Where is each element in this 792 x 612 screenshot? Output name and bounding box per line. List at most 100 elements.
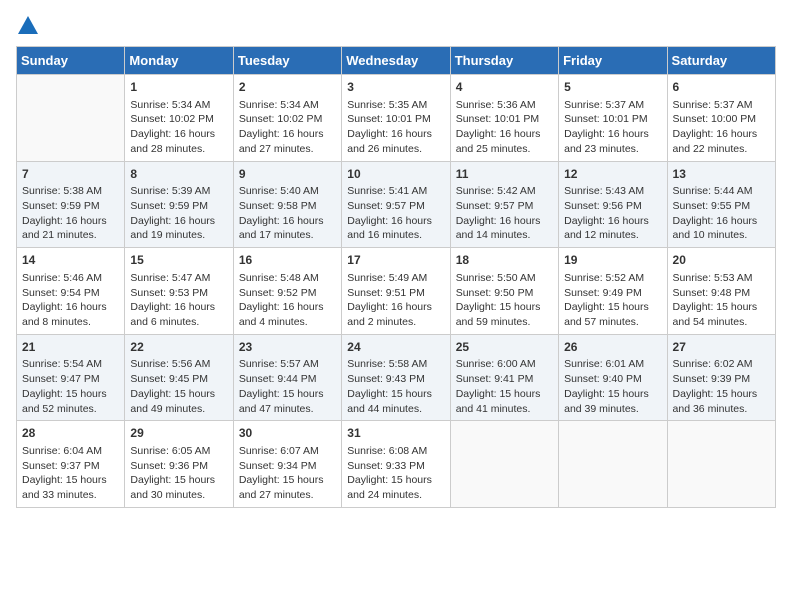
calendar-cell	[450, 421, 558, 508]
day-number: 3	[347, 79, 444, 96]
day-number: 1	[130, 79, 227, 96]
day-info: Sunrise: 5:35 AMSunset: 10:01 PMDaylight…	[347, 98, 444, 157]
calendar-cell: 16 Sunrise: 5:48 AMSunset: 9:52 PMDayligh…	[233, 248, 341, 335]
calendar-cell: 23Sunrise: 5:57 AMSunset: 9:44 PMDayligh…	[233, 334, 341, 421]
calendar-day-header: Monday	[125, 47, 233, 75]
calendar-cell: 4 Sunrise: 5:36 AMSunset: 10:01 PMDayligh…	[450, 75, 558, 162]
day-info: Sunrise: 5:47 AMSunset: 9:53 PMDaylight:…	[130, 271, 227, 330]
day-info: Sunrise: 6:02 AMSunset: 9:39 PMDaylight:…	[673, 357, 770, 416]
calendar-week-row: 1 Sunrise: 5:34 AMSunset: 10:02 PMDayligh…	[17, 75, 776, 162]
logo	[16, 16, 38, 36]
calendar-cell: 27Sunrise: 6:02 AMSunset: 9:39 PMDayligh…	[667, 334, 775, 421]
calendar-cell: 10Sunrise: 5:41 AMSunset: 9:57 PMDayligh…	[342, 161, 450, 248]
day-number: 11	[456, 166, 553, 183]
day-info: Sunrise: 5:53 AMSunset: 9:48 PMDaylight:…	[673, 271, 770, 330]
day-number: 22	[130, 339, 227, 356]
calendar-cell: 11Sunrise: 5:42 AMSunset: 9:57 PMDayligh…	[450, 161, 558, 248]
calendar-day-header: Tuesday	[233, 47, 341, 75]
day-info: Sunrise: 5:57 AMSunset: 9:44 PMDaylight:…	[239, 357, 336, 416]
day-info: Sunrise: 6:00 AMSunset: 9:41 PMDaylight:…	[456, 357, 553, 416]
calendar-day-header: Wednesday	[342, 47, 450, 75]
calendar-cell: 28 Sunrise: 6:04 AMSunset: 9:37 PMDayligh…	[17, 421, 125, 508]
calendar-cell: 5Sunrise: 5:37 AMSunset: 10:01 PMDayligh…	[559, 75, 667, 162]
day-info: Sunrise: 5:50 AMSunset: 9:50 PMDaylight:…	[456, 271, 553, 330]
day-number: 20	[673, 252, 770, 269]
day-info: Sunrise: 5:52 AMSunset: 9:49 PMDaylight:…	[564, 271, 661, 330]
page-header	[16, 16, 776, 36]
calendar-cell: 31 Sunrise: 6:08 AMSunset: 9:33 PMDayligh…	[342, 421, 450, 508]
day-number: 21	[22, 339, 119, 356]
day-number: 19	[564, 252, 661, 269]
day-info: Sunrise: 5:41 AMSunset: 9:57 PMDaylight:…	[347, 184, 444, 243]
day-number: 2	[239, 79, 336, 96]
calendar-cell	[17, 75, 125, 162]
day-info: Sunrise: 5:39 AMSunset: 9:59 PMDaylight:…	[130, 184, 227, 243]
day-info: Sunrise: 5:58 AMSunset: 9:43 PMDaylight:…	[347, 357, 444, 416]
day-info: Sunrise: 6:01 AMSunset: 9:40 PMDaylight:…	[564, 357, 661, 416]
calendar-week-row: 7Sunrise: 5:38 AMSunset: 9:59 PMDaylight…	[17, 161, 776, 248]
calendar-day-header: Thursday	[450, 47, 558, 75]
day-number: 5	[564, 79, 661, 96]
calendar-cell: 14Sunrise: 5:46 AMSunset: 9:54 PMDayligh…	[17, 248, 125, 335]
day-number: 16	[239, 252, 336, 269]
calendar-cell: 12Sunrise: 5:43 AMSunset: 9:56 PMDayligh…	[559, 161, 667, 248]
calendar-week-row: 14Sunrise: 5:46 AMSunset: 9:54 PMDayligh…	[17, 248, 776, 335]
calendar-cell: 18 Sunrise: 5:50 AMSunset: 9:50 PMDayligh…	[450, 248, 558, 335]
day-number: 12	[564, 166, 661, 183]
day-info: Sunrise: 5:49 AMSunset: 9:51 PMDaylight:…	[347, 271, 444, 330]
day-info: Sunrise: 5:48 AMSunset: 9:52 PMDaylight:…	[239, 271, 336, 330]
day-number: 29	[130, 425, 227, 442]
calendar-cell: 7Sunrise: 5:38 AMSunset: 9:59 PMDaylight…	[17, 161, 125, 248]
calendar-week-row: 28 Sunrise: 6:04 AMSunset: 9:37 PMDayligh…	[17, 421, 776, 508]
calendar-cell: 21Sunrise: 5:54 AMSunset: 9:47 PMDayligh…	[17, 334, 125, 421]
calendar-day-header: Friday	[559, 47, 667, 75]
day-info: Sunrise: 5:37 AMSunset: 10:00 PMDaylight…	[673, 98, 770, 157]
calendar-cell: 3 Sunrise: 5:35 AMSunset: 10:01 PMDayligh…	[342, 75, 450, 162]
day-number: 8	[130, 166, 227, 183]
day-number: 28	[22, 425, 119, 442]
day-number: 26	[564, 339, 661, 356]
day-number: 17	[347, 252, 444, 269]
day-info: Sunrise: 5:54 AMSunset: 9:47 PMDaylight:…	[22, 357, 119, 416]
calendar-cell	[667, 421, 775, 508]
day-number: 13	[673, 166, 770, 183]
calendar-cell: 22Sunrise: 5:56 AMSunset: 9:45 PMDayligh…	[125, 334, 233, 421]
day-number: 25	[456, 339, 553, 356]
calendar-cell: 25Sunrise: 6:00 AMSunset: 9:41 PMDayligh…	[450, 334, 558, 421]
calendar-day-header: Saturday	[667, 47, 775, 75]
day-info: Sunrise: 5:34 AMSunset: 10:02 PMDaylight…	[130, 98, 227, 157]
calendar-week-row: 21Sunrise: 5:54 AMSunset: 9:47 PMDayligh…	[17, 334, 776, 421]
calendar-cell: 13Sunrise: 5:44 AMSunset: 9:55 PMDayligh…	[667, 161, 775, 248]
day-info: Sunrise: 5:42 AMSunset: 9:57 PMDaylight:…	[456, 184, 553, 243]
day-number: 27	[673, 339, 770, 356]
calendar-table: SundayMondayTuesdayWednesdayThursdayFrid…	[16, 46, 776, 508]
day-info: Sunrise: 6:08 AMSunset: 9:33 PMDaylight:…	[347, 444, 444, 503]
calendar-cell: 1 Sunrise: 5:34 AMSunset: 10:02 PMDayligh…	[125, 75, 233, 162]
calendar-cell: 2Sunrise: 5:34 AMSunset: 10:02 PMDayligh…	[233, 75, 341, 162]
day-number: 10	[347, 166, 444, 183]
day-info: Sunrise: 5:43 AMSunset: 9:56 PMDaylight:…	[564, 184, 661, 243]
calendar-cell	[559, 421, 667, 508]
day-number: 31	[347, 425, 444, 442]
day-number: 15	[130, 252, 227, 269]
day-info: Sunrise: 5:40 AMSunset: 9:58 PMDaylight:…	[239, 184, 336, 243]
calendar-cell: 17 Sunrise: 5:49 AMSunset: 9:51 PMDayligh…	[342, 248, 450, 335]
day-info: Sunrise: 5:36 AMSunset: 10:01 PMDaylight…	[456, 98, 553, 157]
day-info: Sunrise: 5:44 AMSunset: 9:55 PMDaylight:…	[673, 184, 770, 243]
logo-triangle-icon	[18, 16, 38, 34]
calendar-cell: 20 Sunrise: 5:53 AMSunset: 9:48 PMDayligh…	[667, 248, 775, 335]
day-number: 23	[239, 339, 336, 356]
day-number: 7	[22, 166, 119, 183]
day-info: Sunrise: 5:56 AMSunset: 9:45 PMDaylight:…	[130, 357, 227, 416]
calendar-cell: 24Sunrise: 5:58 AMSunset: 9:43 PMDayligh…	[342, 334, 450, 421]
calendar-cell: 8Sunrise: 5:39 AMSunset: 9:59 PMDaylight…	[125, 161, 233, 248]
day-number: 4	[456, 79, 553, 96]
day-number: 30	[239, 425, 336, 442]
day-info: Sunrise: 6:07 AMSunset: 9:34 PMDaylight:…	[239, 444, 336, 503]
day-number: 18	[456, 252, 553, 269]
calendar-cell: 9Sunrise: 5:40 AMSunset: 9:58 PMDaylight…	[233, 161, 341, 248]
day-info: Sunrise: 6:05 AMSunset: 9:36 PMDaylight:…	[130, 444, 227, 503]
day-info: Sunrise: 6:04 AMSunset: 9:37 PMDaylight:…	[22, 444, 119, 503]
calendar-cell: 15 Sunrise: 5:47 AMSunset: 9:53 PMDayligh…	[125, 248, 233, 335]
calendar-cell: 29 Sunrise: 6:05 AMSunset: 9:36 PMDayligh…	[125, 421, 233, 508]
